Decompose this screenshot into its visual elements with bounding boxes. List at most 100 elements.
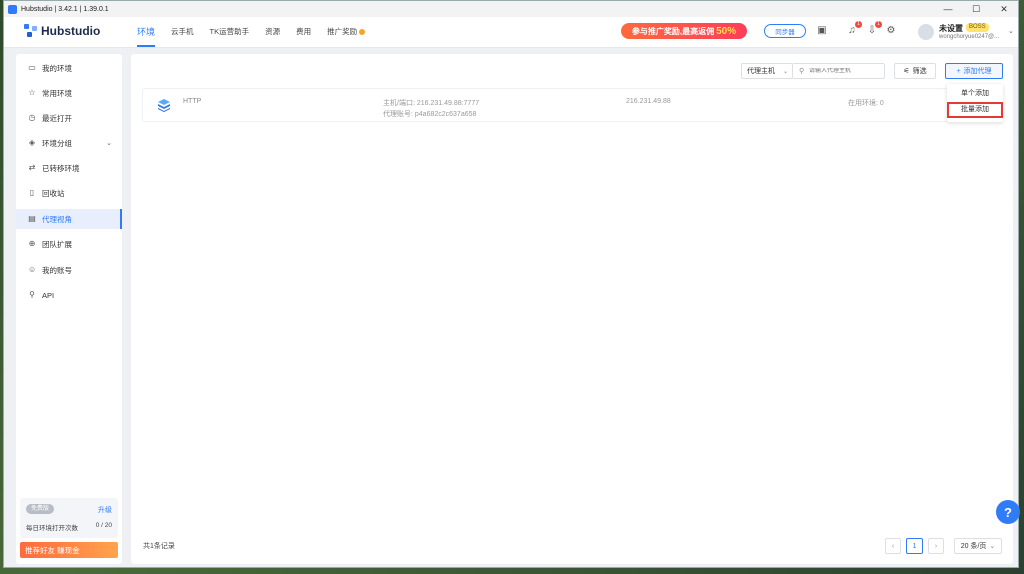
- settings-icon[interactable]: ⚙: [885, 25, 897, 37]
- avatar[interactable]: [918, 24, 934, 40]
- chevron-down-icon[interactable]: ⌄: [106, 139, 112, 147]
- add-proxy-label: 添加代理: [963, 68, 992, 75]
- layers-icon: ◈: [28, 138, 36, 147]
- sidebar-item-label: 我的环境: [42, 63, 72, 73]
- chevron-down-icon: ⌄: [989, 543, 996, 550]
- filter-icon: ⚟: [903, 68, 910, 75]
- coin-icon: [359, 29, 366, 36]
- sidebar-item-label: 环境分组: [42, 138, 72, 148]
- nav-resources[interactable]: 资源: [257, 17, 288, 47]
- trash-icon: ▯: [29, 188, 35, 197]
- maximize-button[interactable]: ☐: [962, 1, 990, 17]
- search-input[interactable]: [809, 68, 879, 74]
- upgrade-link[interactable]: 升级: [98, 505, 112, 515]
- daily-open-count: 0 / 20: [95, 522, 112, 529]
- proxy-host-select[interactable]: 代理主机 ⌄: [741, 63, 793, 79]
- chevron-down-icon: ⌄: [782, 68, 788, 75]
- plus-icon: +: [956, 67, 961, 75]
- api-icon: ⚲: [29, 290, 35, 299]
- batch-add-option[interactable]: 批量添加: [947, 102, 1003, 118]
- user-name[interactable]: 未设置: [939, 23, 963, 34]
- page-size-value: 20 条/页: [960, 543, 987, 550]
- app-icon: [8, 4, 17, 14]
- proxy-row[interactable]: HTTP 主机/端口: 216.231.49.88:7777 代理账号: p4a…: [142, 88, 1002, 122]
- promo-text: 参与推广奖励,最高返佣: [631, 26, 715, 36]
- sidebar-item-label: 最近打开: [42, 113, 72, 123]
- proxy-ip: 216.231.49.88: [626, 98, 671, 105]
- plan-tag: 免费版: [26, 504, 55, 514]
- single-add-option[interactable]: 单个添加: [947, 86, 1003, 102]
- sidebar-item-label: 回收站: [42, 188, 65, 198]
- nav-referral-label: 推广奖励: [327, 27, 358, 36]
- minimize-button[interactable]: —: [934, 1, 962, 17]
- sidebar-item-api[interactable]: ⚲ API: [16, 285, 122, 305]
- daily-open-label: 每日环境打开次数: [26, 525, 78, 532]
- select-value: 代理主机: [747, 68, 775, 75]
- nav-billing[interactable]: 费用: [288, 17, 319, 47]
- user-icon: ☺: [28, 265, 37, 274]
- next-page-button[interactable]: ›: [928, 538, 944, 554]
- top-header: Hubstudio 环境 云手机 TK运营助手 资源 费用 推广奖励 参与推广奖…: [4, 17, 1018, 48]
- window-title: Hubstudio | 3.42.1 | 1.39.0.1: [21, 5, 109, 13]
- title-bar: Hubstudio | 3.42.1 | 1.39.0.1 — ☐ ✕: [4, 1, 1018, 17]
- sidebar-item-trash[interactable]: ▯ 回收站: [16, 183, 122, 203]
- sidebar-item-label: 团队扩展: [42, 239, 72, 249]
- sync-label: 同步器: [775, 29, 795, 36]
- close-button[interactable]: ✕: [990, 1, 1018, 17]
- clock-icon: ◷: [28, 113, 36, 122]
- sidebar-item-my-environments[interactable]: ▭ 我的环境: [16, 58, 122, 78]
- sidebar-item-transferred[interactable]: ⇄ 已转移环境: [16, 158, 122, 178]
- nav-tk-assistant[interactable]: TK运营助手: [202, 17, 258, 47]
- proxy-host-port: 主机/端口: 216.231.49.88:7777: [383, 100, 480, 107]
- nav-cloud-phone[interactable]: 云手机: [163, 17, 202, 47]
- add-proxy-dropdown: 单个添加 批量添加: [947, 84, 1003, 122]
- sync-button[interactable]: 同步器: [764, 24, 806, 38]
- sidebar-item-account[interactable]: ☺ 我的账号: [16, 260, 122, 280]
- boss-badge: BOSS: [966, 23, 989, 32]
- screen-icon[interactable]: ▣: [816, 25, 828, 37]
- sidebar-item-label: 已转移环境: [42, 163, 80, 173]
- main-panel: 代理主机 ⌄ ⚲ ⚟筛选 +添加代理 HTTP 主机/端口: 216.231.4…: [131, 54, 1013, 564]
- sidebar-item-groups[interactable]: ◈ 环境分组 ⌄: [16, 133, 122, 153]
- notification-badge: 1: [855, 21, 862, 28]
- sidebar-item-label: API: [42, 290, 55, 300]
- proxy-in-use-count: 在用环境: 0: [848, 100, 884, 107]
- promo-percent: 50%: [716, 25, 737, 37]
- sidebar-item-label: 代理视角: [42, 214, 72, 224]
- page-number[interactable]: 1: [906, 538, 923, 554]
- filter-button[interactable]: ⚟ 筛选: [894, 63, 936, 79]
- proxy-icon: ▤: [28, 214, 36, 223]
- user-email: wongchoryue0247@...: [939, 34, 1000, 40]
- app-window: Hubstudio | 3.42.1 | 1.39.0.1 — ☐ ✕ Hubs…: [3, 0, 1020, 568]
- page-size-select[interactable]: 20 条/页 ⌄: [954, 538, 1002, 554]
- download-badge: 1: [875, 21, 882, 28]
- search-box[interactable]: ⚲: [793, 63, 885, 79]
- sidebar-item-team[interactable]: ⊕ 团队扩展: [16, 234, 122, 254]
- logo[interactable]: Hubstudio: [24, 24, 100, 38]
- add-proxy-button[interactable]: + 添加代理: [945, 63, 1003, 79]
- sidebar-item-favorites[interactable]: ☆ 常用环境: [16, 83, 122, 103]
- logo-icon: [24, 24, 38, 38]
- sidebar-item-recent[interactable]: ◷ 最近打开: [16, 108, 122, 128]
- sidebar-item-label: 我的账号: [42, 265, 72, 275]
- invite-text: 推荐好友 赚现金: [25, 545, 80, 555]
- help-button[interactable]: ?: [996, 500, 1020, 524]
- prev-page-button[interactable]: ‹: [885, 538, 901, 554]
- nav-environment[interactable]: 环境: [129, 17, 163, 47]
- transfer-icon: ⇄: [28, 163, 36, 172]
- proxy-account: 代理账号: p4a682c2c637a658: [383, 111, 477, 118]
- proxy-type: HTTP: [183, 98, 202, 105]
- search-icon: ⚲: [799, 67, 805, 75]
- logo-text: Hubstudio: [41, 24, 101, 38]
- nav-referral[interactable]: 推广奖励: [319, 17, 373, 47]
- sidebar-item-label: 常用环境: [42, 88, 72, 98]
- bell-icon[interactable]: ♫ 1: [846, 21, 862, 37]
- chevron-down-icon[interactable]: ⌄: [1008, 27, 1014, 35]
- invite-banner[interactable]: 推荐好友 赚现金: [20, 542, 118, 558]
- sidebar-item-proxy-view[interactable]: ▤ 代理视角: [16, 209, 122, 229]
- record-count: 共1条记录: [143, 543, 175, 550]
- monitor-icon: ▭: [28, 63, 36, 72]
- download-icon[interactable]: ⇩ 1: [866, 21, 882, 37]
- promo-banner[interactable]: 参与推广奖励,最高返佣 50%: [621, 23, 747, 39]
- filter-label: 筛选: [912, 68, 927, 75]
